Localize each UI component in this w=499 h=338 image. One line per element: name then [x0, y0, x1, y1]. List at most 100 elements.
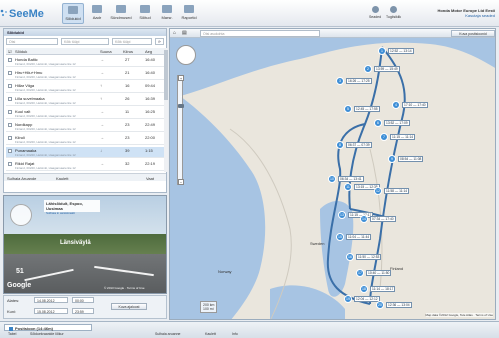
bottom-table-link[interactable]: Tabel — [8, 332, 16, 336]
scroll-thumb[interactable] — [164, 50, 168, 100]
route-pin[interactable]: 18 — [360, 285, 368, 293]
nav-reports[interactable]: Raportid — [178, 3, 200, 24]
route-time-flag[interactable]: 11:15 — 11:14 — [390, 134, 416, 140]
route-time-flag[interactable]: 11:50 — 12:53 — [356, 254, 382, 260]
nav-routes[interactable]: Marsr. — [156, 3, 178, 24]
zoom-thumb[interactable] — [178, 104, 184, 108]
route-time-flag[interactable]: 11:58 — 11:14 — [384, 188, 410, 194]
zoom-in-icon[interactable]: + — [178, 75, 184, 81]
street-view-copyright[interactable]: © 2013 Google · Terms of Use — [104, 286, 145, 290]
user-settings-link[interactable]: Kasutaja seaded — [437, 13, 495, 18]
route-pin[interactable]: 12 — [374, 187, 382, 195]
list-scrollbar[interactable] — [164, 48, 168, 172]
col-vehicle[interactable]: Sõiduk — [15, 49, 27, 54]
zoom-slider[interactable]: + − — [177, 75, 184, 185]
vehicle-row[interactable]: Lilla suvelmaaka Finland, 00220, Helsinki… — [6, 95, 164, 106]
street-view[interactable]: Lähisõidult, Espoo, Uusimaa Sulhaia in a… — [3, 195, 167, 294]
map-layers-icon[interactable]: ▤ — [182, 30, 187, 36]
row-checkbox[interactable] — [8, 110, 12, 114]
row-checkbox[interactable] — [8, 97, 12, 101]
vehicle-row[interactable]: Honda Baltic Finland, 00220, Helsinki, Ha… — [6, 56, 164, 67]
bottom-report-link[interactable]: Sulhaia aruanne — [155, 332, 181, 336]
route-time-flag[interactable]: 11:14 — 18:17 — [370, 286, 396, 292]
route-pin[interactable]: 8 — [336, 141, 344, 149]
vehicle-row[interactable]: Hiru+Hiiu+Hmu Finland, 00220, Helsinki, H… — [6, 69, 164, 80]
type-filter-2[interactable]: Kõik tüüpi — [112, 38, 152, 45]
route-pin[interactable]: 11 — [344, 183, 352, 191]
route-pin[interactable]: 6 — [374, 119, 382, 127]
footer-report-link[interactable]: Sulhaia Aruande — [7, 176, 36, 181]
vehicle-row[interactable]: Kiiruli Finland, 00220, Helsinki, Haagans… — [6, 134, 164, 145]
vehicle-row[interactable]: Punamaaka Finland, 00220, Helsinki, Haaga… — [6, 147, 164, 158]
row-checkbox[interactable] — [8, 58, 12, 62]
pan-icon[interactable] — [176, 45, 196, 65]
nav-vehicles[interactable]: Sõidukid — [62, 3, 84, 24]
row-checkbox[interactable] — [8, 123, 12, 127]
vehicle-row[interactable]: Hillar Viiga Finland, 00220, Helsinki, Ha… — [6, 82, 164, 93]
route-pin[interactable]: 17 — [356, 269, 364, 277]
zoom-out-icon[interactable]: − — [178, 179, 184, 185]
to-date-input[interactable]: 15.08.2012 — [34, 308, 68, 314]
bottom-info-link[interactable]: Info — [232, 332, 238, 336]
settings-button[interactable]: Seaded — [368, 6, 382, 24]
route-time-flag[interactable]: 06:37 — 07:39 — [346, 142, 372, 148]
route-time-flag[interactable]: 11:04 — 11:44 — [346, 234, 372, 240]
route-pin[interactable]: 2 — [364, 65, 372, 73]
show-positions-button[interactable]: Kuva positsioonid — [451, 30, 495, 37]
route-pin[interactable]: 20 — [376, 301, 384, 309]
route-time-flag[interactable]: 12:36 — 13:04 — [386, 302, 412, 308]
search-input[interactable]: Otsi — [6, 38, 58, 45]
vehicle-row[interactable]: Kuul valt Finland, 00220, Helsinki, Haaga… — [6, 108, 164, 119]
street-view-compass[interactable] — [10, 204, 32, 226]
route-pin[interactable]: 4 — [392, 101, 400, 109]
street-view-subtitle[interactable]: Sulhaia in asisistraalit — [46, 211, 98, 216]
route-time-flag[interactable]: 10:40 — 11:50 — [366, 270, 392, 276]
route-pin[interactable]: 14 — [360, 215, 368, 223]
col-time[interactable]: Aeg — [145, 49, 152, 54]
nav-events[interactable]: Sündmused — [110, 3, 132, 24]
route-pin[interactable]: 13 — [338, 211, 346, 219]
row-checkbox[interactable] — [8, 84, 12, 88]
bottom-screens-link[interactable]: Sõiduekraanide lõikur — [30, 332, 64, 336]
row-checkbox[interactable] — [8, 162, 12, 166]
select-all-checkbox[interactable]: ☑ — [8, 49, 12, 54]
route-pin[interactable]: 9 — [388, 155, 396, 163]
footer-kaulett-link[interactable]: Kaulett — [56, 176, 68, 181]
show-history-button[interactable]: Kuva ajaloost — [111, 303, 147, 310]
map-pan-control[interactable] — [176, 45, 196, 65]
vehicle-row[interactable]: Nordkapp Finland, 00220, Helsinki, Haagan… — [6, 121, 164, 132]
footer-view-link[interactable]: Vaat — [146, 176, 154, 181]
route-pin[interactable]: 16 — [346, 253, 354, 261]
route-pin[interactable]: 10 — [328, 175, 336, 183]
row-checkbox[interactable] — [8, 71, 12, 75]
map-search-input[interactable]: Otsi asukohta — [200, 30, 320, 37]
route-pin[interactable]: 7 — [380, 133, 388, 141]
from-date-input[interactable]: 14.08.2012 — [34, 297, 68, 303]
route-pin[interactable]: 5 — [344, 105, 352, 113]
bottom-kaulett-link[interactable]: Kaulett — [205, 332, 216, 336]
refresh-icon[interactable]: ⟳ — [155, 38, 164, 45]
route-time-flag[interactable]: 06:34 — 13:41 — [338, 176, 364, 182]
nav-trips[interactable]: Sõitud — [134, 3, 156, 24]
route-time-flag[interactable]: 12:52 — 13:14 — [388, 48, 414, 54]
map-view[interactable]: ⌂ ▤ Otsi asukohta Kuva positsioonid + − … — [169, 28, 496, 320]
route-pin[interactable]: 19 — [344, 295, 352, 303]
map-home-icon[interactable]: ⌂ — [173, 30, 176, 36]
route-time-flag[interactable]: 12:45 — 17:55 — [354, 106, 380, 112]
support-button[interactable]: Tugiisiklik — [386, 6, 401, 24]
route-pin[interactable]: 1 — [378, 47, 386, 55]
col-speed[interactable]: Kiirus — [123, 49, 133, 54]
vehicle-row[interactable]: Rikid Rajat Finland, 00220, Helsinki, Haa… — [6, 160, 164, 171]
route-time-flag[interactable]: 13:52 — 17:09 — [384, 120, 410, 126]
from-time-input[interactable]: 00:00 — [72, 297, 94, 303]
route-time-flag[interactable]: 17:10 — 17:40 — [402, 102, 428, 108]
col-direction[interactable]: Suuna — [100, 49, 112, 54]
type-filter-1[interactable]: Kõik tüüpi — [61, 38, 109, 45]
route-time-flag[interactable]: 16:26 — 17:25 — [346, 78, 372, 84]
route-time-flag[interactable]: 12:04 — 12:12 — [354, 296, 380, 302]
position-tab[interactable]: Positsioon (14:46m) — [4, 324, 92, 331]
route-time-flag[interactable]: 13:59 — 15:49 — [374, 66, 400, 72]
nav-addresses[interactable]: Aadr — [86, 3, 108, 24]
row-checkbox[interactable] — [8, 149, 12, 153]
route-pin[interactable]: 3 — [336, 77, 344, 85]
